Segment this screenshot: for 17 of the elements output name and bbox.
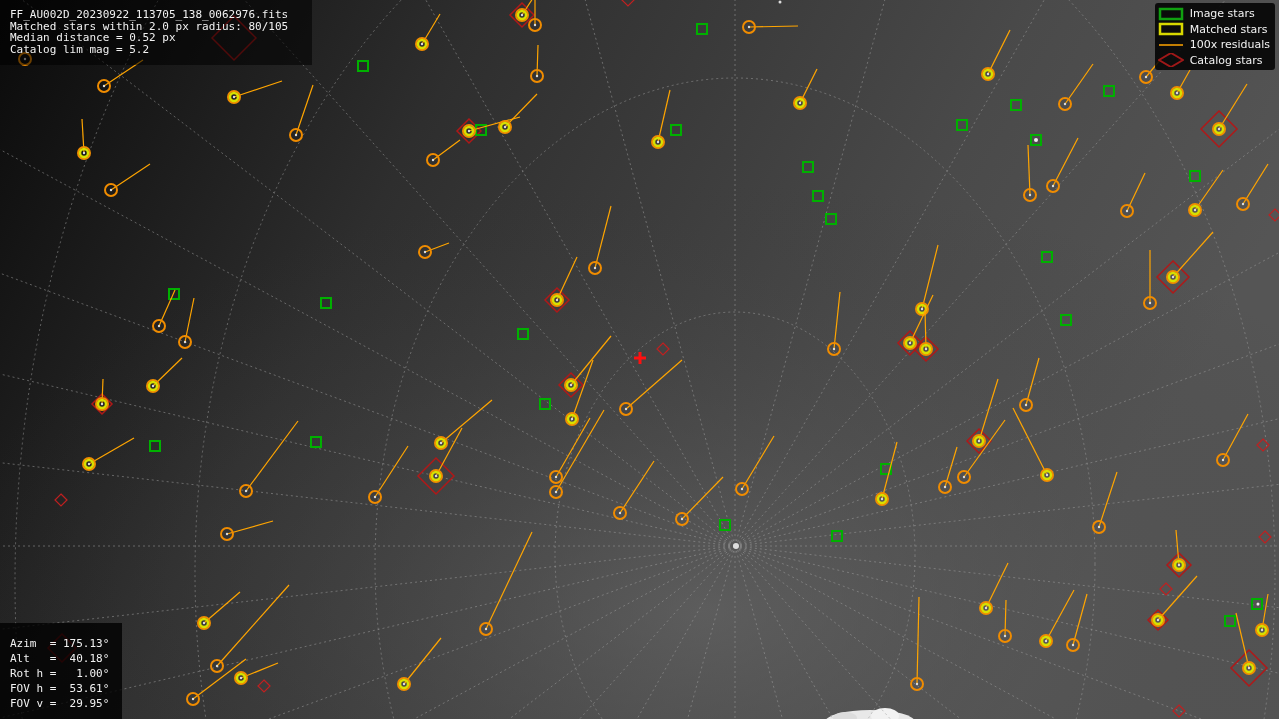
diamond-marker-icon bbox=[1157, 53, 1184, 68]
rectangle-marker-icon bbox=[1157, 22, 1184, 37]
legend-label: Matched stars bbox=[1189, 22, 1268, 36]
pointing-text: FOV h = 53.61° bbox=[10, 681, 111, 696]
pointing-text: Rot h = 1.00° bbox=[10, 666, 111, 681]
info-text: Matched stars within 2.0 px radius: 80/105 bbox=[10, 20, 290, 32]
pointing-text: FOV v = 29.95° bbox=[10, 696, 111, 711]
line-icon bbox=[1157, 43, 1184, 46]
legend-label: 100x residuals bbox=[1189, 38, 1270, 52]
pointing-text: Azim = 175.13° bbox=[10, 636, 111, 651]
info-text: FF_AU002D_20230922_113705_138_0062976.fits bbox=[10, 9, 290, 21]
info-text: Median distance = 0.52 px bbox=[10, 32, 176, 44]
info-text: Catalog lim mag = 5.2 bbox=[10, 43, 151, 55]
legend-label: Catalog stars bbox=[1189, 53, 1263, 67]
pointing-text: Alt = 40.18° bbox=[10, 651, 111, 666]
legend-label: Image stars bbox=[1189, 7, 1255, 21]
rectangle-marker-icon bbox=[1157, 6, 1184, 21]
